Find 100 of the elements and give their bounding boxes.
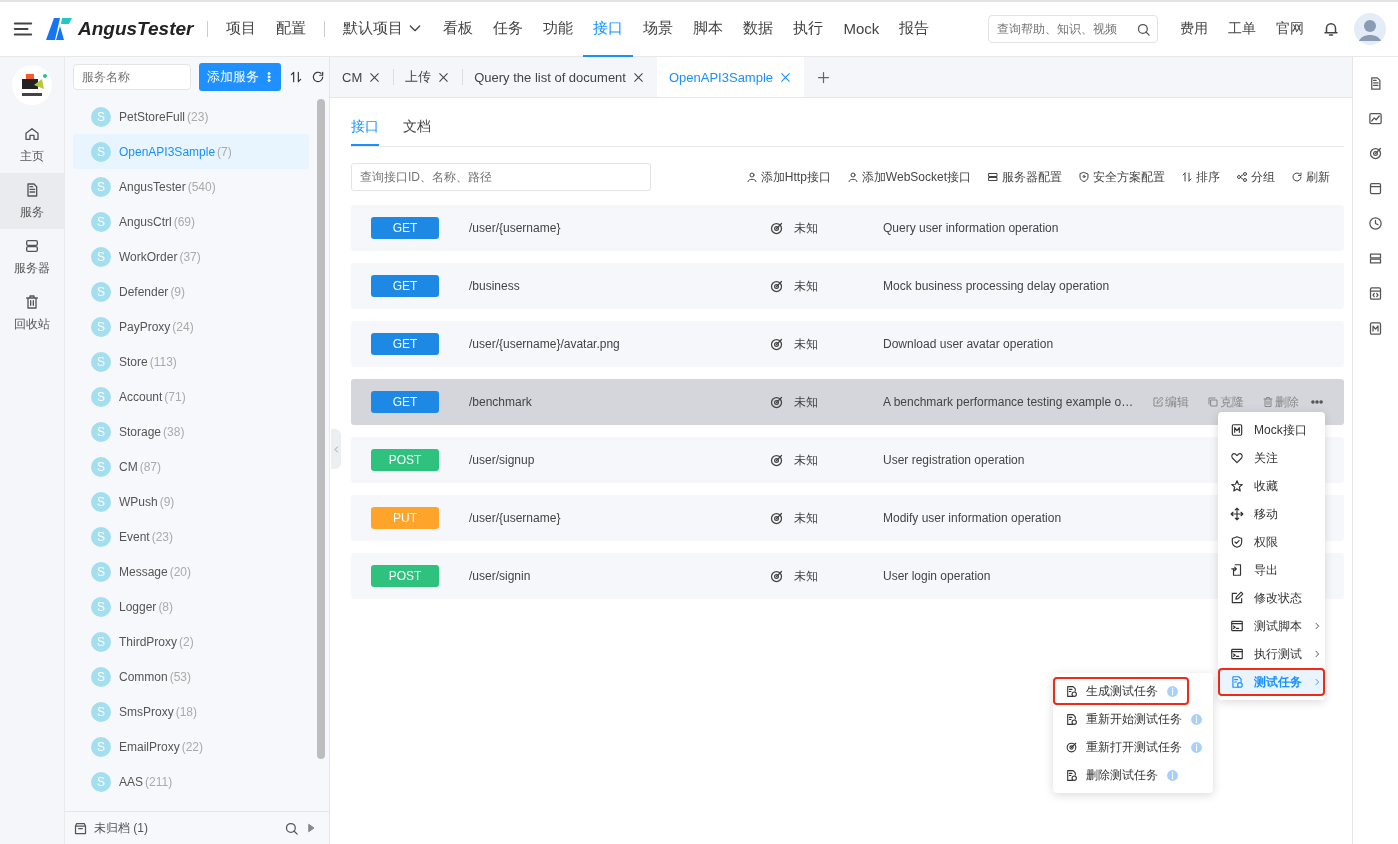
close-icon (779, 70, 793, 84)
service-item[interactable]: S AngusCtrl (69) (73, 204, 309, 239)
nav-link[interactable]: 官网 (1266, 20, 1314, 38)
method-badge: GET (371, 333, 439, 355)
task-icon (1065, 684, 1078, 698)
menu-item[interactable]: 删除测试任务 (1053, 761, 1189, 789)
editor-tab[interactable]: 上传 (393, 57, 463, 97)
nav-tab[interactable]: 任务 (483, 1, 534, 57)
service-count: (69) (173, 214, 196, 229)
service-item[interactable]: S Common (53) (73, 659, 309, 694)
service-name: CM (119, 459, 138, 474)
toolbar-button[interactable]: 刷新 (1291, 168, 1330, 186)
toolbar-button[interactable]: 服务器配置 (987, 168, 1062, 186)
api-status: 未知 (794, 393, 818, 411)
menu-item[interactable]: 重新打开测试任务 (1053, 733, 1213, 761)
service-item[interactable]: S Event (23) (73, 519, 309, 554)
sidebar-item[interactable]: 服务器 (0, 229, 64, 285)
menu-item[interactable]: 测试脚本 (1218, 612, 1325, 640)
menu-item[interactable]: 关注 (1218, 444, 1325, 472)
menu-item[interactable]: 生成测试任务 (1053, 677, 1189, 705)
api-row[interactable]: GET /user/{username}/avatar.png 未知 Download user avatar operation (351, 321, 1344, 367)
method-badge: POST (371, 449, 439, 471)
nav-tab[interactable]: 数据 (733, 1, 784, 57)
editor-tab[interactable]: Query the list of document (462, 57, 657, 97)
service-name: EmailProxy (119, 739, 180, 754)
service-avatar: S (91, 526, 111, 547)
service-item[interactable]: S PayProxy (24) (73, 309, 309, 344)
sidebar-item[interactable]: 回收站 (0, 285, 64, 341)
service-avatar: S (91, 736, 111, 757)
nav-link[interactable]: 费用 (1170, 20, 1218, 38)
play-icon (305, 822, 317, 834)
nav-tab[interactable]: 默认项目 (333, 1, 434, 57)
service-count: (38) (163, 424, 185, 439)
bell-icon (1322, 20, 1340, 38)
nav-tab[interactable]: 执行 (783, 1, 834, 57)
service-item[interactable]: S WorkOrder (37) (73, 239, 309, 274)
service-name: Storage (119, 424, 162, 439)
nav-tab[interactable]: 报告 (889, 1, 940, 57)
method-badge: POST (371, 565, 439, 587)
nav-tab[interactable]: 看板 (433, 1, 484, 57)
scrollbar[interactable] (317, 99, 325, 759)
unarchived-label[interactable]: 未归档 (1) (94, 819, 148, 837)
menu-item[interactable]: 移动 (1218, 500, 1325, 528)
service-avatar: S (91, 211, 111, 232)
service-item[interactable]: S Account (71) (73, 379, 309, 414)
service-item[interactable]: S ThirdProxy (2) (73, 624, 309, 659)
target-icon (769, 510, 784, 526)
service-name: PayProxy (119, 319, 171, 334)
service-avatar: S (91, 701, 111, 722)
toolbar-button[interactable]: 添加WebSocket接口 (846, 168, 971, 186)
menu-item[interactable]: 导出 (1218, 556, 1325, 584)
service-item[interactable]: S AAS (211) (73, 764, 309, 799)
content-tab[interactable]: 文档 (403, 112, 431, 146)
collapse-handle[interactable] (331, 429, 341, 469)
service-item[interactable]: S EmailProxy (22) (73, 729, 309, 764)
service-item[interactable]: S Logger (8) (73, 589, 309, 624)
help-search-field[interactable]: 查询帮助、知识、视频 (988, 15, 1158, 43)
menu-item[interactable]: 执行测试 (1218, 640, 1325, 668)
nav-tab[interactable]: 脚本 (683, 1, 734, 57)
editor-tab[interactable]: CM (330, 57, 394, 97)
service-item[interactable]: S PetStoreFull (23) (73, 99, 309, 134)
edit-icon (1230, 591, 1244, 605)
service-avatar: S (91, 176, 111, 197)
service-item[interactable]: S AngusTester (540) (73, 169, 309, 204)
user-avatar[interactable] (1354, 13, 1386, 45)
pencil-icon (1152, 396, 1164, 408)
service-item[interactable]: S Storage (38) (73, 414, 309, 449)
nav-tab[interactable]: 项目 (216, 1, 267, 57)
person-icon (846, 171, 859, 183)
api-row[interactable]: GET /business 未知 Mock business processing delay operation (351, 263, 1344, 309)
service-item[interactable]: S Store (113) (73, 344, 309, 379)
menu-item[interactable]: 重新开始测试任务 (1053, 705, 1213, 733)
service-count: (37) (179, 249, 201, 264)
add-tab-icon (816, 69, 832, 85)
api-row[interactable]: GET /user/{username} 未知 Query user information operation (351, 205, 1344, 251)
service-avatar: S (91, 631, 111, 652)
sort-icon (289, 70, 303, 84)
nav-tab[interactable]: Mock (833, 1, 890, 57)
service-item[interactable]: S WPush (9) (73, 484, 309, 519)
service-item[interactable]: S CM (87) (73, 449, 309, 484)
toolbar-button[interactable]: 安全方案配置 (1078, 168, 1165, 186)
nav-tab[interactable]: 场景 (633, 1, 684, 57)
sidebar-item[interactable]: 主页 (0, 117, 64, 173)
service-item[interactable]: S SmsProxy (18) (73, 694, 309, 729)
service-item[interactable]: S Defender (9) (73, 274, 309, 309)
toolbar-button[interactable]: 排序 (1181, 168, 1220, 186)
close-icon (631, 70, 645, 84)
api-status: 未知 (794, 277, 818, 295)
nav-tab[interactable]: 功能 (533, 1, 584, 57)
service-name: OpenAPI3Sample (119, 144, 216, 159)
code-icon (1368, 286, 1383, 301)
nav-link[interactable]: 工单 (1218, 20, 1266, 38)
service-search-field[interactable]: 服务名称 (73, 64, 191, 90)
sidebar-item[interactable]: 服务 (0, 173, 64, 229)
toolbar-button[interactable]: 添加Http接口 (745, 168, 831, 186)
api-search-field[interactable]: 查询接口ID、名称、路径 (351, 163, 651, 191)
nav-tab[interactable]: 配置 (266, 1, 317, 57)
service-item[interactable]: S Message (20) (73, 554, 309, 589)
copy-icon (1207, 396, 1219, 408)
toolbar-button[interactable]: 分组 (1236, 168, 1275, 186)
